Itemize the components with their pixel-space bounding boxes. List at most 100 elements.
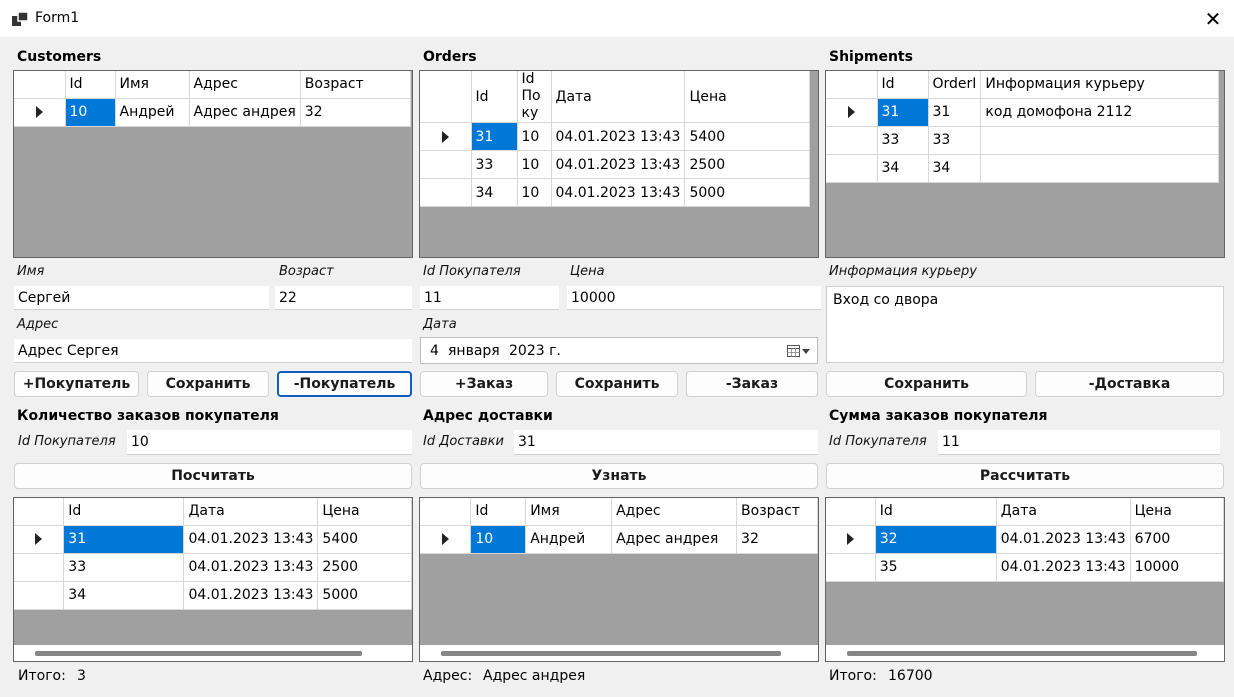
order-count-grid[interactable]: Id Дата Цена 31 04.01.2023 13:43 5400 33… <box>13 497 413 662</box>
date-picker[interactable]: 4 января 2023 г. <box>420 337 818 364</box>
row-selector[interactable] <box>826 154 878 183</box>
table-cell[interactable]: 33 <box>928 126 982 155</box>
table-cell[interactable]: 34 <box>928 154 982 183</box>
name-field[interactable]: Сергей <box>14 286 269 310</box>
column-header[interactable]: Id <box>65 71 116 99</box>
table-row[interactable]: 32 04.01.2023 13:43 6700 <box>826 525 1224 554</box>
table-cell[interactable]: Адрес андрея <box>189 98 301 127</box>
remove-shipment-button[interactable]: -Доставка <box>1035 371 1224 397</box>
row-selector[interactable] <box>420 525 472 554</box>
table-cell[interactable]: 10 <box>470 525 527 554</box>
table-cell[interactable]: 2500 <box>684 150 811 179</box>
address-field[interactable]: Адрес Сергея <box>14 339 412 363</box>
column-header[interactable]: Возраст <box>736 498 818 526</box>
column-header[interactable]: Адрес <box>611 498 738 526</box>
horizontal-scrollbar[interactable] <box>826 645 1224 661</box>
column-header[interactable]: Дата <box>183 498 319 526</box>
column-header[interactable]: Id <box>470 498 527 526</box>
table-row[interactable]: 33 10 04.01.2023 13:43 2500 <box>420 150 811 179</box>
column-header[interactable]: Имя <box>115 71 190 99</box>
row-selector[interactable] <box>14 525 65 554</box>
delivery-address-grid[interactable]: Id Имя Адрес Возраст 10 Андрей Адрес анд… <box>419 497 819 662</box>
price-field[interactable]: 10000 <box>567 286 821 310</box>
table-cell[interactable]: код домофона 2112 <box>980 98 1220 127</box>
table-cell[interactable]: 34 <box>877 154 929 183</box>
column-header[interactable]: OrderI <box>928 71 982 99</box>
orders-grid[interactable]: Id Id Поку Дата Цена 31 10 04.01.2023 13… <box>419 70 819 258</box>
table-cell[interactable]: 31 <box>63 525 185 554</box>
scroll-thumb[interactable] <box>847 651 1197 656</box>
row-selector[interactable] <box>420 178 472 207</box>
find-out-button[interactable]: Узнать <box>420 463 818 489</box>
table-cell[interactable]: 5400 <box>684 122 811 151</box>
column-header[interactable]: Id <box>63 498 185 526</box>
table-cell[interactable]: 04.01.2023 13:43 <box>183 553 319 582</box>
table-cell[interactable]: 31 <box>928 98 982 127</box>
horizontal-scrollbar[interactable] <box>420 645 818 661</box>
remove-customer-button[interactable]: -Покупатель <box>277 371 412 397</box>
column-header[interactable]: Адрес <box>189 71 301 99</box>
save-customer-button[interactable]: Сохранить <box>147 371 269 397</box>
table-row[interactable]: 10 Андрей Адрес андрея 32 <box>14 98 411 127</box>
table-row[interactable]: 33 33 <box>826 126 1220 155</box>
table-cell[interactable]: Андрей <box>115 98 190 127</box>
date-day[interactable]: 4 <box>430 343 439 359</box>
table-cell[interactable]: 04.01.2023 13:43 <box>551 178 686 207</box>
table-cell[interactable]: 31 <box>877 98 929 127</box>
table-row[interactable]: 31 31 код домофона 2112 <box>826 98 1220 127</box>
table-cell[interactable]: Адрес андрея <box>611 525 738 554</box>
table-row[interactable]: 10 Андрей Адрес андрея 32 <box>420 525 818 554</box>
table-cell[interactable]: 04.01.2023 13:43 <box>551 150 686 179</box>
table-cell[interactable]: 33 <box>877 126 929 155</box>
row-selector[interactable] <box>14 98 66 127</box>
table-cell[interactable]: Андрей <box>525 525 613 554</box>
table-row[interactable]: 34 04.01.2023 13:43 5000 <box>14 581 412 610</box>
remove-order-button[interactable]: -Заказ <box>686 371 818 397</box>
table-cell[interactable]: 5000 <box>317 581 412 610</box>
row-selector[interactable] <box>826 525 876 554</box>
table-row[interactable]: 34 34 <box>826 154 1220 183</box>
table-row[interactable]: 31 10 04.01.2023 13:43 5400 <box>420 122 811 151</box>
table-cell[interactable]: 5000 <box>684 178 811 207</box>
column-header[interactable]: Id <box>877 71 929 99</box>
order-sum-id-field[interactable]: 11 <box>938 430 1220 455</box>
table-cell[interactable]: 10 <box>517 122 552 151</box>
row-selector[interactable] <box>420 122 472 151</box>
customers-grid[interactable]: Id Имя Адрес Возраст 10 Андрей Адрес анд… <box>13 70 413 258</box>
add-order-button[interactable]: +Заказ <box>420 371 548 397</box>
table-cell[interactable]: 10000 <box>1130 553 1224 582</box>
table-cell[interactable]: 04.01.2023 13:43 <box>183 525 319 554</box>
age-field[interactable]: 22 <box>275 286 412 310</box>
courier-info-field[interactable]: Вход со двора <box>826 286 1224 363</box>
table-cell[interactable]: 10 <box>517 178 552 207</box>
table-cell[interactable]: 6700 <box>1130 525 1224 554</box>
shipments-grid[interactable]: Id OrderI Информация курьеру 31 31 код д… <box>825 70 1225 258</box>
table-cell[interactable]: 33 <box>471 150 518 179</box>
table-cell[interactable]: 10 <box>517 150 552 179</box>
order-sum-grid[interactable]: Id Дата Цена 32 04.01.2023 13:43 6700 35… <box>825 497 1225 662</box>
column-header[interactable]: Цена <box>684 71 811 123</box>
column-header[interactable]: Id <box>471 71 518 123</box>
order-count-id-field[interactable]: 10 <box>127 430 412 455</box>
scroll-thumb[interactable] <box>35 651 362 656</box>
table-cell[interactable]: 04.01.2023 13:43 <box>996 525 1131 554</box>
save-order-button[interactable]: Сохранить <box>556 371 678 397</box>
table-row[interactable]: 35 04.01.2023 13:43 10000 <box>826 553 1224 582</box>
table-cell[interactable]: 2500 <box>317 553 412 582</box>
row-selector[interactable] <box>826 98 878 127</box>
table-cell[interactable]: 31 <box>471 122 518 151</box>
horizontal-scrollbar[interactable] <box>14 645 412 661</box>
table-cell[interactable]: 32 <box>736 525 818 554</box>
table-cell[interactable]: 10 <box>65 98 116 127</box>
table-cell[interactable]: 35 <box>875 553 997 582</box>
column-header[interactable]: Имя <box>525 498 613 526</box>
table-cell[interactable]: 34 <box>471 178 518 207</box>
table-cell[interactable]: 04.01.2023 13:43 <box>996 553 1131 582</box>
table-row[interactable]: 33 04.01.2023 13:43 2500 <box>14 553 412 582</box>
table-cell[interactable]: 04.01.2023 13:43 <box>551 122 686 151</box>
table-cell[interactable] <box>980 154 1220 183</box>
calendar-dropdown-icon[interactable] <box>787 344 813 358</box>
table-cell[interactable]: 33 <box>63 553 185 582</box>
column-header[interactable]: Id <box>875 498 997 526</box>
table-cell[interactable]: 34 <box>63 581 185 610</box>
